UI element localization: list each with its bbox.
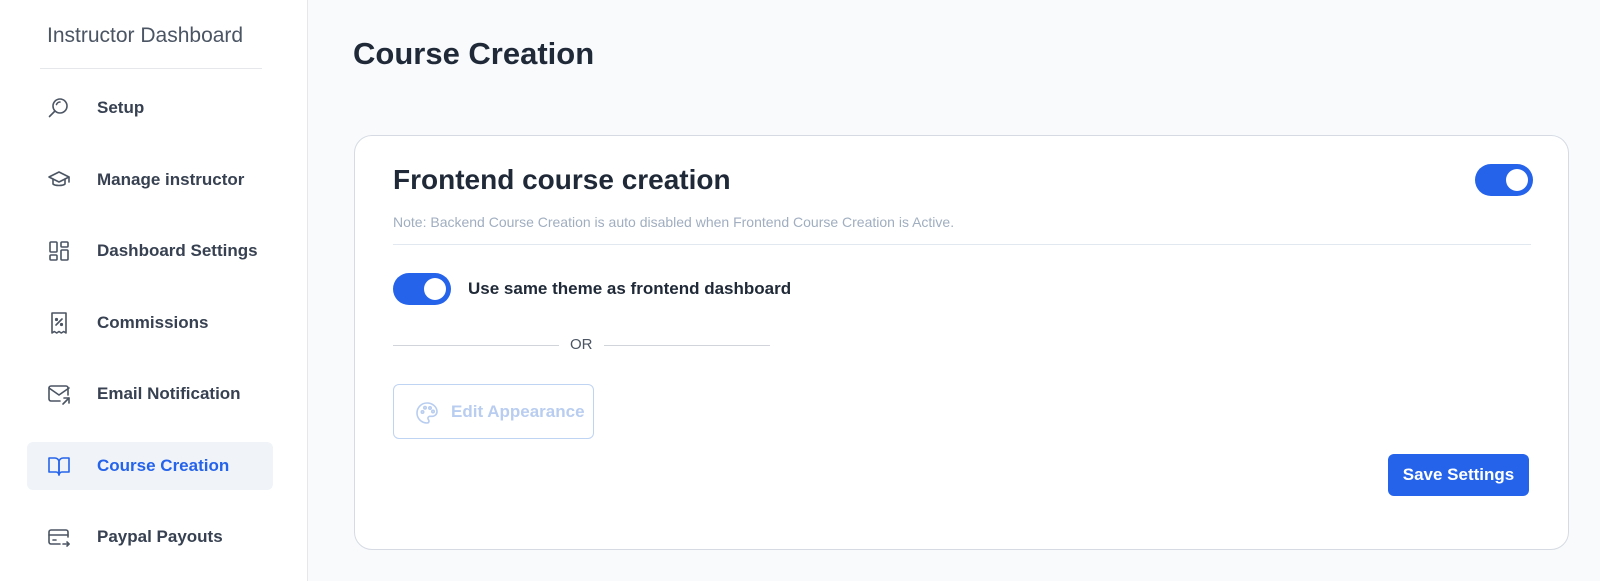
- sidebar-item-label: Setup: [97, 98, 145, 117]
- sidebar-item-label: Dashboard Settings: [97, 241, 258, 260]
- same-theme-toggle[interactable]: [393, 273, 451, 305]
- page-title: Course Creation: [353, 36, 595, 71]
- sidebar-item-label: Paypal Payouts: [97, 527, 223, 546]
- sidebar-item-course-creation[interactable]: Course Creation: [27, 441, 273, 490]
- toggle-knob: [424, 278, 446, 300]
- dashboard-grid-icon: [47, 239, 71, 263]
- open-book-icon: [47, 454, 71, 478]
- or-divider-left: [393, 345, 559, 346]
- sidebar-item-dashboard-settings[interactable]: Dashboard Settings: [27, 227, 273, 275]
- sidebar-divider: [40, 68, 262, 69]
- mail-send-icon: [47, 382, 71, 406]
- sidebar-item-label: Course Creation: [97, 455, 230, 475]
- sidebar-item-paypal-payouts[interactable]: Paypal Payouts: [27, 513, 273, 561]
- card-transfer-icon: [47, 525, 71, 549]
- toggle-knob: [1506, 169, 1528, 191]
- save-settings-button[interactable]: Save Settings: [1388, 454, 1529, 496]
- sidebar-item-label: Email Notification: [97, 384, 241, 403]
- edit-appearance-button[interactable]: Edit Appearance: [393, 384, 594, 439]
- sidebar: Instructor Dashboard Setup Manage instru…: [0, 0, 308, 581]
- sidebar-title: Instructor Dashboard: [47, 24, 244, 47]
- or-text: OR: [570, 336, 593, 353]
- sidebar-item-email-notification[interactable]: Email Notification: [27, 370, 273, 418]
- sidebar-item-label: Commissions: [97, 312, 209, 332]
- receipt-percent-icon: [47, 311, 71, 335]
- same-theme-label: Use same theme as frontend dashboard: [468, 279, 792, 298]
- card-divider: [393, 244, 1531, 245]
- sidebar-item-manage-instructor[interactable]: Manage instructor: [27, 156, 273, 204]
- graduation-cap-icon: [47, 168, 71, 192]
- frontend-course-creation-toggle[interactable]: [1475, 164, 1533, 196]
- sidebar-item-commissions[interactable]: Commissions: [27, 299, 273, 347]
- sidebar-item-label: Manage instructor: [97, 169, 245, 189]
- course-creation-card: Frontend course creation Note: Backend C…: [354, 135, 1569, 550]
- sidebar-item-setup[interactable]: Setup: [27, 84, 273, 132]
- sidebar-nav: Setup Manage instructor Dashboard Settin…: [27, 84, 273, 581]
- edit-appearance-label: Edit Appearance: [451, 402, 585, 421]
- palette-icon: [415, 401, 439, 425]
- card-title: Frontend course creation: [393, 164, 731, 195]
- or-divider-right: [604, 345, 770, 346]
- search-icon: [47, 96, 71, 120]
- card-note: Note: Backend Course Creation is auto di…: [393, 214, 955, 230]
